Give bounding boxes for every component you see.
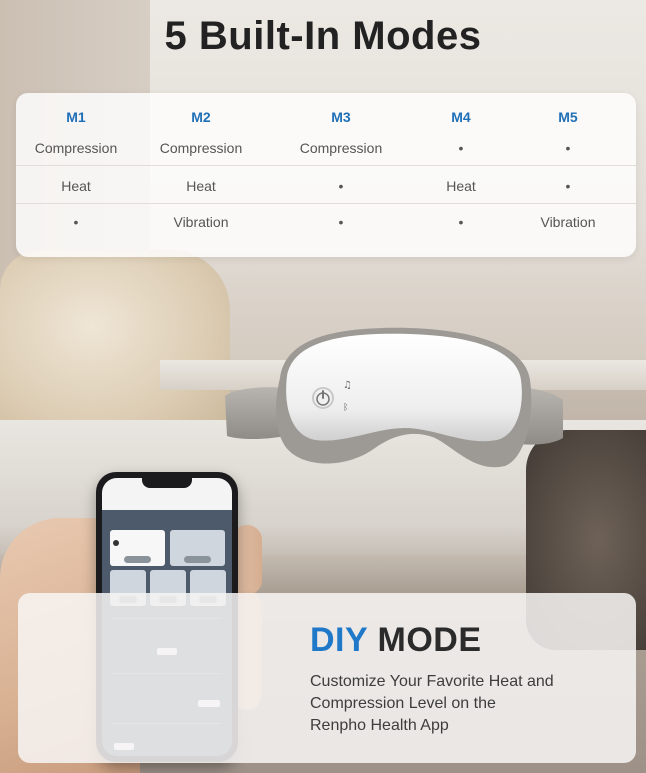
mode-cell: Heat (446, 178, 476, 194)
mode-cell: Compression (299, 140, 383, 156)
mode-cell: • (338, 178, 344, 194)
modes-table: M1 M2 M3 M4 M5 Compression Compression C… (16, 93, 636, 257)
mode-cell: Vibration (173, 214, 229, 230)
diy-description: Customize Your Favorite Heat and Compres… (310, 671, 620, 737)
eye-massager: ♫ ᛒ (225, 327, 563, 468)
mode-cell: • (458, 214, 464, 230)
diy-description-line: Renpho Health App (310, 717, 449, 734)
diy-title-accent: DIY (310, 621, 368, 659)
diy-card: DIY MODE Customize Your Favorite Heat an… (18, 593, 636, 763)
mode-cell: • (73, 214, 79, 230)
mode-cell: • (565, 140, 571, 156)
diy-title: DIY MODE (310, 621, 482, 660)
background-pillow (0, 250, 230, 440)
app-mode-image (123, 556, 152, 563)
app-radio-icon (113, 540, 119, 546)
modes-row: • Vibration • • Vibration (16, 204, 636, 240)
modes-row: Heat Heat • Heat • (16, 168, 636, 204)
diy-description-line: Customize Your Favorite Heat and (310, 673, 554, 690)
music-icon: ♫ (343, 380, 352, 391)
diy-description-line: Compression Level on the (310, 695, 496, 712)
app-mode-image (183, 556, 212, 563)
app-mode-tile[interactable] (110, 530, 165, 566)
diy-title-rest: MODE (367, 621, 482, 659)
mode-cell: Compression (159, 140, 243, 156)
mode-cell: • (338, 214, 344, 230)
mode-cell: Compression (34, 140, 118, 156)
modes-row: Compression Compression Compression • • (16, 130, 636, 166)
mode-cell: • (565, 178, 571, 194)
mode-cell: • (458, 140, 464, 156)
headline: 5 Built-In Modes (164, 14, 482, 58)
mode-cell: Vibration (540, 214, 596, 230)
phone-notch (142, 478, 192, 488)
mode-cell: Heat (61, 178, 91, 194)
mode-cell: Heat (186, 178, 216, 194)
bluetooth-icon: ᛒ (343, 402, 348, 413)
app-mode-tile[interactable] (170, 530, 225, 566)
